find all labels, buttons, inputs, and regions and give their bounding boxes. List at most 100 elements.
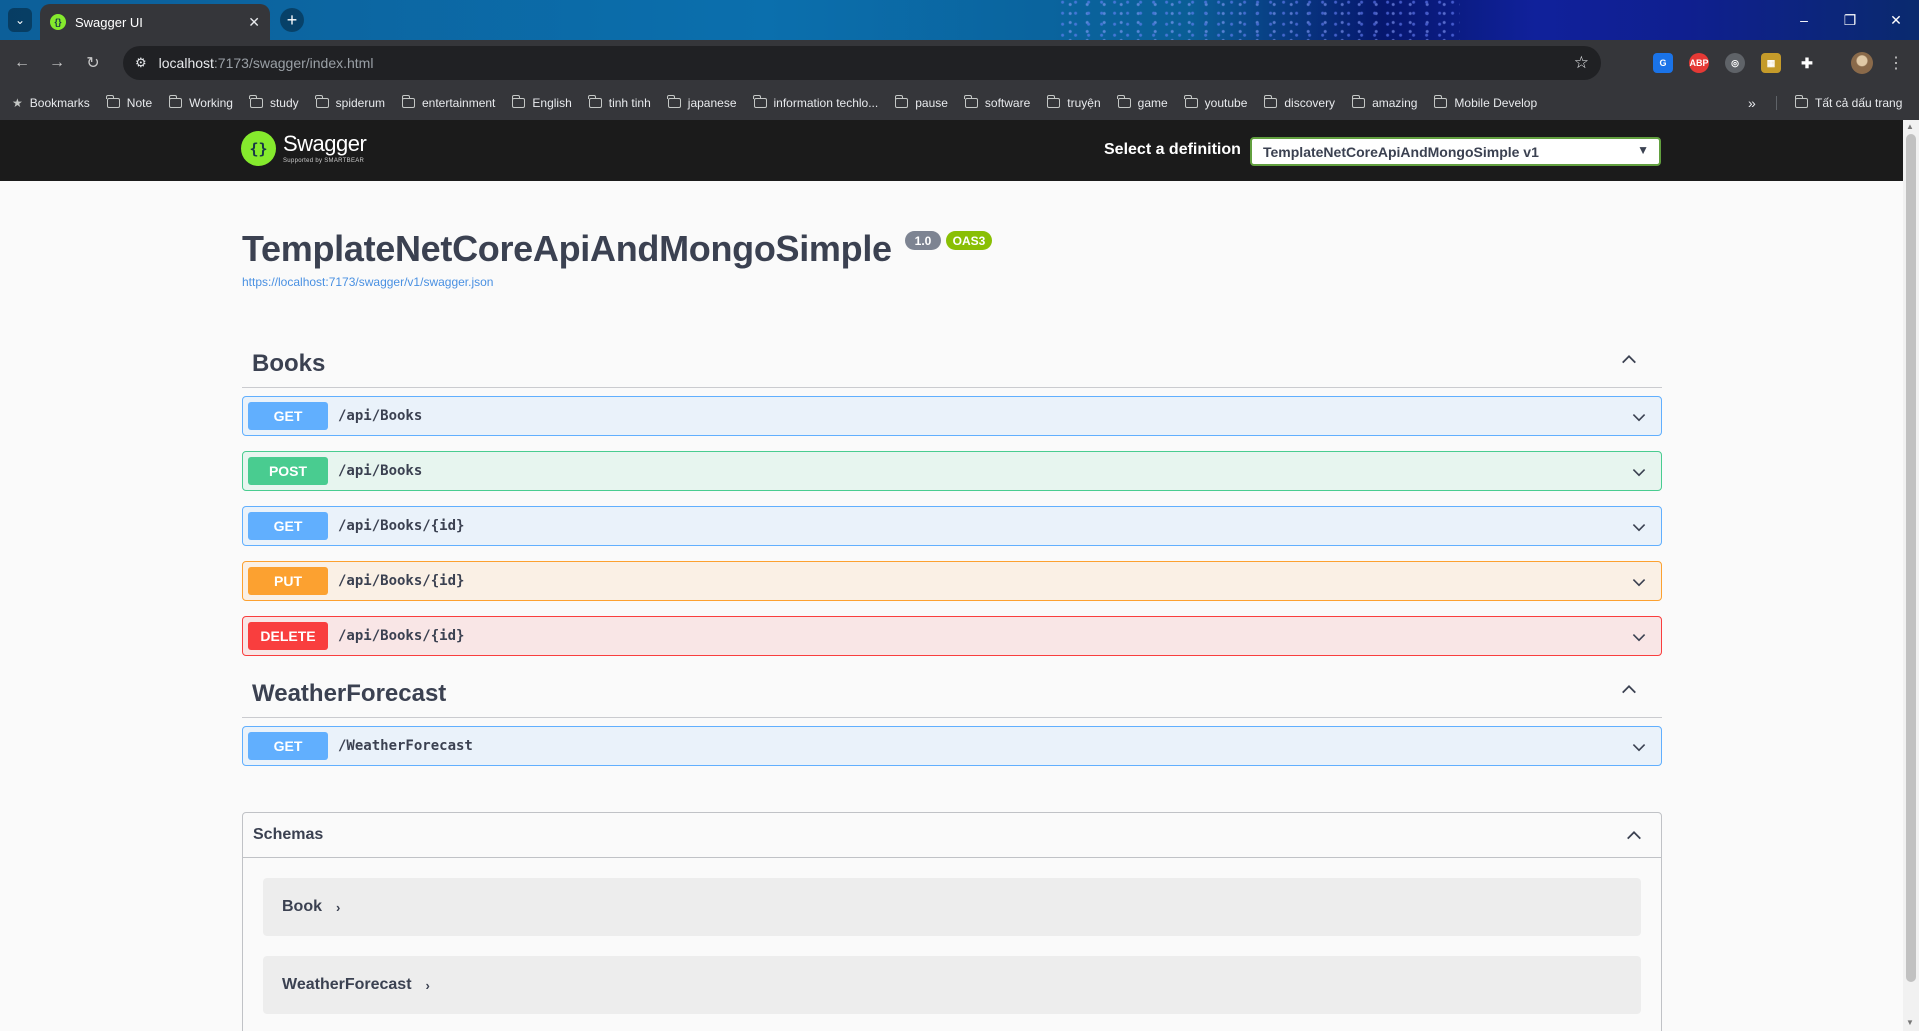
operation-delete[interactable]: DELETE/api/Books/{id} (242, 616, 1662, 656)
method-badge: GET (248, 512, 328, 540)
bookmark-folder[interactable]: discovery (1263, 95, 1336, 110)
collapse-arrow-icon (1622, 355, 1636, 364)
browser-tab[interactable]: {} Swagger UI ✕ (40, 4, 270, 40)
method-badge: DELETE (248, 622, 328, 650)
method-badge: POST (248, 457, 328, 485)
definition-label: Select a definition (1104, 141, 1241, 158)
bookmark-folder[interactable]: game (1117, 95, 1168, 110)
back-arrow-icon[interactable]: ← (10, 51, 34, 75)
restore-button[interactable]: ❐ (1827, 0, 1873, 40)
bookmark-folder[interactable]: pause (894, 95, 948, 110)
globe-extension-icon[interactable]: ◎ (1725, 53, 1745, 73)
operation-get[interactable]: GET/WeatherForecast (242, 726, 1662, 766)
expand-arrow-icon (1632, 634, 1646, 642)
minimize-button[interactable]: – (1781, 0, 1827, 40)
schema-model[interactable]: WeatherForecast › (263, 956, 1641, 1014)
bookmark-folder-label: spiderum (335, 96, 385, 110)
reload-icon[interactable]: ↻ (81, 51, 105, 75)
forward-arrow-icon[interactable]: → (45, 51, 69, 75)
swagger-logo[interactable]: {} Swagger Supported by SMARTBEAR (241, 131, 367, 166)
api-title: TemplateNetCoreApiAndMongoSimple (242, 228, 892, 269)
bookmark-folder-label: tinh tinh (608, 96, 651, 110)
bookmarks-label: Bookmarks (29, 96, 90, 110)
bookmark-folders: Note Working study spiderum entertainment Eng… (106, 95, 1554, 110)
site-info-icon[interactable]: ⚙ (135, 55, 147, 71)
translate-extension-icon[interactable]: G (1653, 53, 1673, 73)
folder-icon (168, 95, 183, 108)
bookmark-folder-label: software (984, 96, 1031, 110)
operation-get[interactable]: GET/api/Books/{id} (242, 506, 1662, 546)
expand-arrow-icon (1632, 414, 1646, 422)
folder-icon (1046, 95, 1061, 108)
more-bookmarks-icon[interactable]: » (1748, 95, 1756, 111)
schemas-section: Schemas Book › WeatherForecast › (242, 812, 1662, 1031)
window-controls: – ❐ ✕ (1781, 0, 1919, 40)
bookmark-folder[interactable]: Mobile Develop (1433, 95, 1537, 110)
tab-strip-wallpaper (1060, 0, 1460, 40)
method-badge: GET (248, 402, 328, 430)
bookmark-folder[interactable]: spiderum (315, 95, 385, 110)
browser-toolbar: ← → ↻ ⚙ localhost:7173/swagger/index.htm… (0, 40, 1919, 86)
folder-icon (753, 95, 767, 108)
bookmarks-bar: ★ Bookmarks Note Working study spiderum ente… (0, 86, 1919, 120)
tag-header[interactable]: WeatherForecast (242, 670, 1662, 718)
bookmark-folder[interactable]: entertainment (401, 95, 496, 110)
oas-badge: OAS3 (946, 231, 992, 250)
browser-tab-strip: ⌄ {} Swagger UI ✕ + – ❐ ✕ (0, 0, 1919, 40)
tab-search-button[interactable]: ⌄ (8, 8, 32, 32)
bookmark-folder-label: Working (189, 96, 233, 110)
model-name: Book (282, 898, 322, 915)
close-tab-icon[interactable]: ✕ (248, 14, 260, 31)
bookmark-folder[interactable]: study (249, 95, 299, 110)
all-bookmarks-label: Tất cả dấu trang (1815, 96, 1903, 110)
bookmark-folder[interactable]: amazing (1351, 95, 1418, 110)
bookmark-folder[interactable]: Working (168, 95, 233, 110)
bookmark-folder[interactable]: software (964, 95, 1031, 110)
bookmarks-star-item[interactable]: ★ Bookmarks (12, 96, 90, 110)
bookmark-folder-label: discovery (1284, 96, 1336, 110)
bookmark-folder-label: amazing (1372, 96, 1418, 110)
operation-post[interactable]: POST/api/Books (242, 451, 1662, 491)
tag-header[interactable]: Books (242, 340, 1662, 388)
bookmarks-separator (1776, 96, 1777, 110)
adblock-extension-icon[interactable]: ABP (1689, 53, 1709, 73)
bookmark-folder[interactable]: youtube (1184, 95, 1247, 110)
operation-put[interactable]: PUT/api/Books/{id} (242, 561, 1662, 601)
profile-avatar[interactable] (1851, 52, 1873, 74)
swagger-json-link[interactable]: https://localhost:7173/swagger/v1/swagge… (242, 275, 493, 289)
page-scrollbar-thumb[interactable] (1906, 134, 1916, 982)
extension-app-icon[interactable]: ▦ (1761, 53, 1781, 73)
operation-get[interactable]: GET/api/Books (242, 396, 1662, 436)
schema-model[interactable]: Book › (263, 878, 1641, 936)
close-window-button[interactable]: ✕ (1873, 0, 1919, 40)
method-badge: GET (248, 732, 328, 760)
scroll-up-arrow-icon[interactable]: ▲ (1906, 122, 1914, 131)
all-bookmarks-item[interactable]: Tất cả dấu trang (1794, 86, 1903, 120)
address-bar[interactable]: ⚙ localhost:7173/swagger/index.html ☆ (123, 46, 1601, 80)
swagger-topbar: {} Swagger Supported by SMARTBEAR Select… (0, 120, 1903, 181)
bookmark-folder-label: japanese (687, 96, 737, 110)
chevron-down-icon: ⌄ (14, 13, 26, 27)
bookmark-folder[interactable]: truyện (1046, 95, 1101, 110)
new-tab-button[interactable]: + (280, 8, 304, 32)
extensions-puzzle-icon[interactable]: ✚ (1797, 53, 1817, 73)
more-menu-icon[interactable]: ⋮ (1884, 51, 1908, 75)
scroll-down-arrow-icon[interactable]: ▼ (1906, 1018, 1914, 1027)
expand-arrow-icon (1632, 524, 1646, 532)
tag-name: Books (252, 349, 326, 377)
bookmark-folder[interactable]: Note (106, 95, 152, 110)
folder-icon (249, 95, 263, 108)
tag-name: WeatherForecast (252, 679, 447, 707)
schemas-header[interactable]: Schemas (243, 813, 1661, 858)
bookmark-folder-label: study (269, 96, 299, 110)
bookmark-folder[interactable]: japanese (667, 95, 737, 110)
logo-subtitle: Supported by SMARTBEAR (283, 158, 365, 164)
url-host: localhost (158, 55, 214, 71)
bookmark-star-icon[interactable]: ☆ (1574, 53, 1589, 73)
folder-icon (1433, 95, 1448, 108)
bookmark-folder-label: entertainment (422, 96, 496, 110)
bookmark-folder[interactable]: English (511, 95, 572, 110)
bookmark-folder[interactable]: information techlo... (753, 95, 878, 110)
definition-select[interactable]: TemplateNetCoreApiAndMongoSimple v1 ▼ (1250, 137, 1661, 166)
bookmark-folder[interactable]: tinh tinh (588, 95, 651, 110)
